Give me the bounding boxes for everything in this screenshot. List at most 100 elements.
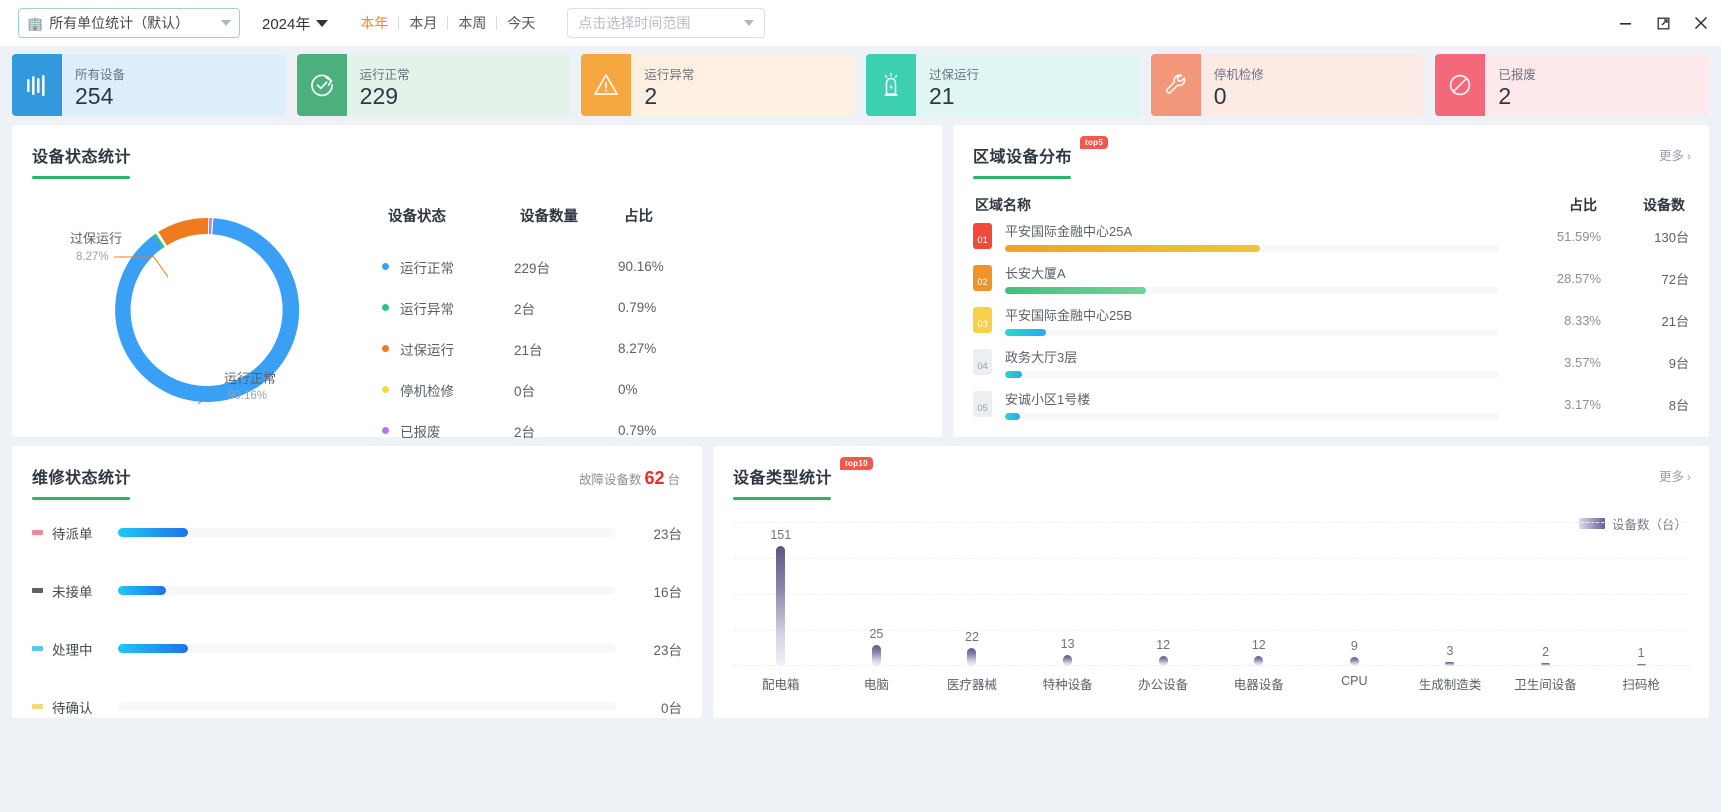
progress-fill [118, 528, 188, 537]
kpi-card-running-abnormal[interactable]: 运行异常 2 [581, 54, 856, 116]
list-item[interactable]: 待派单 23台 [32, 507, 682, 558]
col-percent: 占比 [624, 209, 653, 225]
status-name: 停机检修 [400, 383, 454, 399]
device-status-body: 过保运行 8.27% 运行正常 90.16% 设备状态 设备数量 占比 运行正常… [32, 185, 922, 451]
wrench-icon [1150, 54, 1201, 116]
table-header: 设备状态 设备数量 占比 [382, 205, 922, 226]
dashboard-row-2: 维修状态统计 故障设备数 62 台 待派单 23台 未接单 16台 处理中 23… [0, 437, 1721, 718]
bar-shape [1349, 657, 1359, 666]
kpi-card-all-devices[interactable]: 所有设备 254 [12, 54, 286, 116]
legend-square-icon [32, 530, 43, 535]
kpi-card-out-of-warranty[interactable]: 过保运行 21 [866, 54, 1140, 116]
bar-item[interactable]: 12 办公设备 [1115, 522, 1211, 692]
kpi-label: 过保运行 [929, 67, 980, 82]
list-item[interactable]: 待确认 0台 [32, 681, 682, 732]
list-item[interactable]: 处理中 23台 [32, 623, 682, 674]
bar-shape [1541, 663, 1551, 666]
table-row[interactable]: 过保运行 21台 8.27% [382, 328, 922, 369]
progress-track [1005, 244, 1499, 252]
fault-value: 62 [644, 468, 665, 488]
kpi-label: 所有设备 [75, 67, 126, 82]
tab-this-month[interactable]: 本月 [399, 16, 449, 30]
maximize-icon[interactable] [1653, 13, 1673, 33]
fault-device-count: 故障设备数 62 台 [579, 468, 680, 489]
area-table-header: 区域名称 占比 设备数 [973, 195, 1689, 215]
bar-item[interactable]: 1 扫码枪 [1593, 522, 1689, 692]
bar-label: 电器设备 [1233, 678, 1284, 692]
donut-chart[interactable]: 过保运行 8.27% 运行正常 90.16% [32, 185, 382, 451]
svg-text:8.27%: 8.27% [76, 251, 109, 263]
kpi-card-running-normal[interactable]: 运行正常 229 [296, 54, 571, 116]
bar-item[interactable]: 2 卫生间设备 [1498, 522, 1594, 692]
area-percent: 51.59% [1556, 228, 1601, 244]
bar-label: 办公设备 [1138, 678, 1189, 692]
title-underline [733, 497, 831, 500]
close-icon[interactable] [1691, 13, 1711, 33]
tab-this-year[interactable]: 本年 [350, 16, 400, 30]
bar-item[interactable]: 13 特种设备 [1020, 522, 1116, 692]
table-row[interactable]: 运行异常 2台 0.79% [382, 287, 922, 328]
device-type-chart[interactable]: 151 配电箱 25 电脑 22 医疗器械 13 特种设备 12 办公设备 12… [733, 522, 1689, 692]
status-dot-icon [382, 304, 389, 311]
dashboard-row-1: 设备状态统计 过保运行 8.27% 运行正常 90.16% 设备状态 设备数量 … [0, 116, 1721, 440]
panel-repair-status: 维修状态统计 故障设备数 62 台 待派单 23台 未接单 16台 处理中 23… [12, 446, 702, 718]
tab-today[interactable]: 今天 [497, 16, 545, 30]
table-row[interactable]: 05 安诚小区1号楼 3.17% 8台 [973, 383, 1689, 425]
progress-fill [118, 586, 166, 595]
bar-item[interactable]: 151 配电箱 [733, 522, 829, 692]
rank-badge: 02 [973, 265, 992, 291]
year-picker[interactable]: 2024年 [262, 13, 329, 34]
legend-square-icon [32, 704, 43, 709]
chevron-down-icon [316, 19, 329, 27]
bar-label: 卫生间设备 [1514, 678, 1577, 692]
progress-fill [1005, 286, 1147, 294]
chevron-down-icon [221, 20, 231, 26]
bar-value: 25 [869, 627, 884, 641]
tab-this-week[interactable]: 本周 [448, 16, 498, 30]
table-row[interactable]: 01 平安国际金融中心25A 51.59% 130台 [973, 215, 1689, 257]
repair-status-name: 待派单 [52, 526, 93, 542]
area-name: 长安大厦A [1005, 265, 1066, 281]
bar-value: 1 [1637, 646, 1645, 660]
table-row[interactable]: 运行正常 229台 90.16% [382, 246, 922, 287]
table-row[interactable]: 已报废 2台 0.79% [382, 410, 922, 451]
date-range-input[interactable]: 点击选择时间范围 [567, 8, 766, 38]
svg-text:运行正常: 运行正常 [224, 371, 276, 386]
progress-track [118, 644, 616, 653]
kpi-card-scrapped[interactable]: 已报废 2 [1435, 54, 1710, 116]
progress-track [118, 586, 616, 595]
table-row[interactable]: 停机检修 0台 0% [382, 369, 922, 410]
ban-icon [1435, 54, 1486, 116]
status-count: 21台 [514, 342, 543, 358]
table-row[interactable]: 04 政务大厅3层 3.57% 9台 [973, 341, 1689, 383]
more-link-type[interactable]: 更多 › [1659, 466, 1691, 485]
svg-text:过保运行: 过保运行 [70, 231, 122, 246]
unit-select[interactable]: 🏢 所有单位统计（默认） [18, 8, 240, 38]
bar-item[interactable]: 9 CPU [1307, 522, 1403, 690]
area-count: 130台 [1654, 229, 1689, 245]
bar-shape [1445, 662, 1455, 666]
minimize-icon[interactable] [1615, 13, 1635, 33]
bar-item[interactable]: 22 医疗器械 [924, 522, 1020, 692]
svg-text:90.16%: 90.16% [228, 390, 267, 402]
table-row[interactable]: 03 平安国际金融中心25B 8.33% 21台 [973, 299, 1689, 341]
fault-label: 故障设备数 [578, 473, 642, 487]
table-row[interactable]: 02 长安大厦A 28.57% 72台 [973, 257, 1689, 299]
panel-area-distribution: 区域设备分布 top5 更多 › 区域名称 占比 设备数 01 平安国际金融中心2… [953, 125, 1709, 437]
area-percent: 28.57% [1556, 270, 1601, 286]
status-percent: 0.79% [618, 423, 657, 438]
rank-badge: 03 [973, 307, 992, 333]
bar-value: 12 [1156, 638, 1171, 652]
status-badge: top10 [840, 457, 873, 470]
top-toolbar: 🏢 所有单位统计（默认） 2024年 本年 本月 本周 今天 点击选择时间范围 [0, 0, 1721, 46]
kpi-value: 254 [75, 82, 114, 109]
list-item[interactable]: 未接单 16台 [32, 565, 682, 616]
status-percent: 0.79% [618, 300, 657, 315]
bar-item[interactable]: 3 生成制造类 [1402, 522, 1498, 692]
bar-item[interactable]: 12 电器设备 [1211, 522, 1307, 692]
device-status-table: 设备状态 设备数量 占比 运行正常 229台 90.16% 运行异常 2台 0.… [382, 185, 922, 451]
kpi-card-under-maintenance[interactable]: 停机检修 0 [1150, 54, 1425, 116]
bar-item[interactable]: 25 电脑 [829, 522, 925, 692]
bar-label: 配电箱 [762, 678, 800, 692]
more-link-area[interactable]: 更多 › [1659, 145, 1691, 164]
